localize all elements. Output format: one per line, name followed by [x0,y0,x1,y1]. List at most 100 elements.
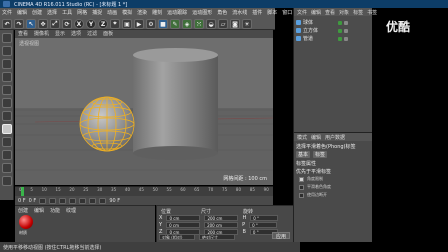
object-name[interactable]: 立方体 [303,27,318,34]
autokey-icon[interactable] [99,197,107,204]
previous-key-icon[interactable] [49,197,57,204]
size-x-field[interactable]: 200 cm [204,215,239,221]
z-axis-icon[interactable]: Z [98,19,108,29]
object-name[interactable]: 球体 [303,19,313,26]
record-icon[interactable] [89,197,97,204]
live-select-icon[interactable]: ↖ [26,19,36,29]
redo-icon[interactable]: ↷ [14,19,24,29]
position-x-field[interactable]: 0 cm [166,215,201,221]
menu-item-14[interactable]: 流水线 [232,9,247,17]
apply-button[interactable]: 应用 [272,232,290,240]
axis-mode-icon[interactable] [2,124,12,134]
object-menu-item-5[interactable]: 书签 [367,9,377,16]
material-menu-item-2[interactable]: 功能 [50,207,60,214]
viewport-menu-item-4[interactable]: 过滤 [87,30,97,38]
attribute-menu-item-2[interactable]: 用户数据 [325,134,345,141]
edges-mode-icon[interactable] [2,98,12,108]
pen-icon[interactable]: ✎ [170,19,180,29]
object-menu-item-0[interactable]: 文件 [297,9,307,16]
texture-mode-icon[interactable] [2,59,12,69]
object-menu-item-4[interactable]: 标签 [353,9,363,16]
material-name[interactable]: 材质 [19,230,27,236]
object-name[interactable]: 管道 [303,35,313,42]
cylinder-object[interactable] [133,48,218,160]
visibility-check-icon[interactable] [338,36,342,41]
attribute-menu-item-1[interactable]: 编辑 [311,134,321,141]
menu-item-9[interactable]: 渲染 [137,9,147,17]
tab-tag[interactable]: 标签 [313,151,328,158]
menu-item-6[interactable]: 捕捉 [92,9,102,17]
tweak-mode-icon[interactable] [2,137,12,147]
solo-mode-icon[interactable] [2,176,12,186]
menu-item-0[interactable]: 文件 [2,9,12,17]
size-y-field[interactable]: 200 cm [204,222,239,228]
x-axis-icon[interactable]: X [74,19,84,29]
menu-item-12[interactable]: 运动图形 [192,9,212,17]
go-to-start-icon[interactable] [39,197,47,204]
menu-item-2[interactable]: 创建 [32,9,42,17]
menu-item-5[interactable]: 网格 [77,9,87,17]
position-y-field[interactable]: 0 cm [166,222,201,228]
object-row-sphere[interactable]: 球体 [296,19,313,26]
size-mode-select[interactable]: 绝对尺寸 [199,234,235,240]
visibility-check-icon[interactable] [338,20,342,25]
phong-tag-icon[interactable] [344,36,348,41]
undo-icon[interactable]: ↶ [2,19,12,29]
cube-icon[interactable]: ■ [158,19,168,29]
scale-icon[interactable]: ⤢ [50,19,60,29]
viewport-menu-item-2[interactable]: 显示 [55,30,65,38]
start-frame[interactable]: 0 F [29,198,37,204]
material-menu-item-0[interactable]: 创建 [18,207,28,214]
deformer-icon[interactable]: ◒ [206,19,216,29]
object-row-cube[interactable]: 立方体 [296,27,318,34]
camera-icon[interactable]: ◙ [230,19,240,29]
array-icon[interactable]: ⁙ [194,19,204,29]
material-preview[interactable] [19,215,33,229]
attribute-menu-item-0[interactable]: 模式 [297,134,307,141]
rotation-p-field[interactable]: 0 ° [249,222,278,228]
rotate-icon[interactable]: ⟳ [62,19,72,29]
render-settings-icon[interactable]: ⚙ [146,19,156,29]
lock-workplane-icon[interactable] [2,163,12,173]
menu-item-8[interactable]: 模拟 [122,9,132,17]
menu-item-7[interactable]: 动画 [107,9,117,17]
menu-item-15[interactable]: 插件 [252,9,262,17]
render-picture-icon[interactable]: ▶ [134,19,144,29]
visibility-check-icon[interactable] [338,28,342,33]
property-checkbox[interactable] [299,176,304,182]
light-icon[interactable]: ☀ [242,19,252,29]
menu-item-10[interactable]: 雕刻 [152,9,162,17]
go-to-end-icon[interactable] [79,197,87,204]
menu-item-17[interactable]: 窗口 [282,9,292,17]
material-menu-item-1[interactable]: 编辑 [34,207,44,214]
next-key-icon[interactable] [69,197,77,204]
y-axis-icon[interactable]: Y [86,19,96,29]
timeline[interactable]: 0 5 10 15 20 25 30 35 40 45 50 55 60 65 70 75 80 85 90 [15,186,273,197]
move-icon[interactable]: ✥ [38,19,48,29]
viewport-menu-item-0[interactable]: 查看 [18,30,28,38]
menu-item-3[interactable]: 选择 [47,9,57,17]
perspective-viewport[interactable]: 查看 摄像机 显示 选项 过滤 面板 透视视图 网格间距: 100 cm [15,30,273,185]
material-menu-item-3[interactable]: 纹理 [66,207,76,214]
render-view-icon[interactable]: ▣ [122,19,132,29]
object-row-tube[interactable]: 管道 [296,35,313,42]
make-editable-icon[interactable] [2,33,12,43]
play-icon[interactable] [59,197,67,204]
object-menu-item-3[interactable]: 对象 [339,9,349,16]
object-menu-item-2[interactable]: 查看 [325,9,335,16]
menu-item-11[interactable]: 运动跟踪 [167,9,187,17]
rotation-h-field[interactable]: 0 ° [250,215,279,221]
menu-item-13[interactable]: 角色 [217,9,227,17]
menu-item-16[interactable]: 脚本 [267,9,277,17]
phong-tag-icon[interactable] [344,20,348,25]
menu-item-1[interactable]: 编辑 [17,9,27,17]
subdivision-icon[interactable]: ◈ [182,19,192,29]
viewport-menu-item-1[interactable]: 摄像机 [34,30,49,38]
menu-item-4[interactable]: 工具 [62,9,72,17]
model-mode-icon[interactable] [2,46,12,56]
coordinate-system-icon[interactable]: ⌖ [110,19,120,29]
property-checkbox[interactable] [299,184,304,190]
polygons-mode-icon[interactable] [2,111,12,121]
object-menu-item-1[interactable]: 编辑 [311,9,321,16]
property-checkbox[interactable] [299,192,304,198]
